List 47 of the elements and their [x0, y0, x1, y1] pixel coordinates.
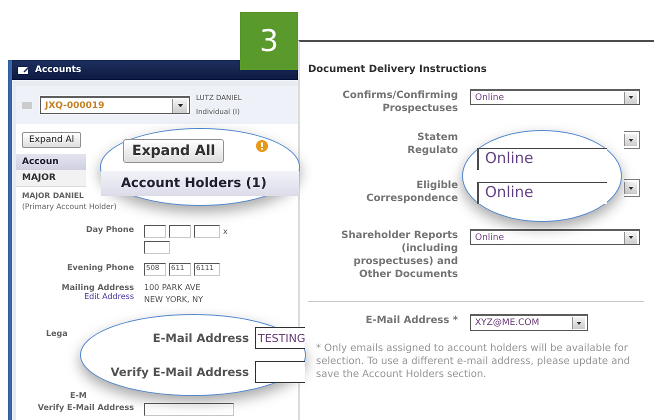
- field-label: Confirms/Confirming Prospectuses: [342, 89, 458, 116]
- address-line: NEW YORK, NY: [144, 295, 204, 304]
- extension-input[interactable]: [144, 241, 170, 254]
- caret-icon: [628, 186, 634, 190]
- email-input[interactable]: TESTING: [255, 327, 305, 349]
- help-text: * Only emails assigned to account holders will be available for selection. To use a different e-mail address, please update and save the Account Holders section.: [316, 342, 632, 381]
- field-label: Mailing Address Edit Address: [62, 283, 134, 303]
- dropdown-button[interactable]: [624, 179, 640, 197]
- field-label: Verify E-Mail Address: [38, 403, 134, 414]
- step-badge: 3: [240, 12, 298, 70]
- field-label: Day Phone: [86, 225, 134, 236]
- caret-icon: [576, 322, 582, 324]
- caret-icon: [628, 138, 634, 142]
- field-label: Eligible Correspondence: [365, 179, 458, 206]
- field-label: Lega: [46, 329, 68, 338]
- field-label: Evening Phone: [67, 263, 134, 274]
- field-label: Verify E-Mail Address: [110, 365, 249, 379]
- holder-row[interactable]: MAJOR: [16, 170, 86, 187]
- phone-input[interactable]: [194, 225, 220, 238]
- phone-input[interactable]: [144, 225, 166, 238]
- phone-input[interactable]: [169, 225, 191, 238]
- delivery-select[interactable]: Online: [477, 182, 607, 204]
- field-label: E-Mail Address: [152, 331, 249, 345]
- email-select[interactable]: XYZ@ME.COM: [470, 314, 588, 331]
- field-label: E-Mail Address *: [364, 314, 458, 328]
- caret-icon: [628, 96, 634, 99]
- email-input[interactable]: [255, 361, 305, 383]
- caret-icon: [628, 236, 634, 239]
- delivery-select[interactable]: Online: [477, 148, 607, 170]
- section-header[interactable]: Accoun: [16, 154, 86, 170]
- caret-icon: [176, 104, 184, 108]
- section-header[interactable]: Account Holders (1): [101, 170, 299, 196]
- dropdown-button[interactable]: [624, 131, 640, 149]
- expand-all-button[interactable]: Expand All: [123, 138, 224, 162]
- delivery-select[interactable]: Online: [470, 229, 640, 245]
- verify-email-input[interactable]: [144, 403, 234, 416]
- expand-all-button[interactable]: Expand Al: [22, 132, 82, 148]
- field-label: Statem Regulato: [406, 131, 458, 158]
- address-line: 100 PARK AVE: [144, 283, 202, 292]
- field-label: E-M: [70, 391, 87, 400]
- section-title: Document Delivery Instructions: [308, 64, 488, 75]
- window-title: Accounts: [35, 65, 82, 75]
- delivery-select[interactable]: Online: [470, 89, 640, 105]
- warning-icon: [256, 140, 268, 152]
- extension-label: x: [223, 227, 228, 236]
- field-label: Shareholder Reports (including prospectuses) and Other Documents: [340, 229, 458, 282]
- edit-address-link[interactable]: Edit Address: [84, 292, 134, 301]
